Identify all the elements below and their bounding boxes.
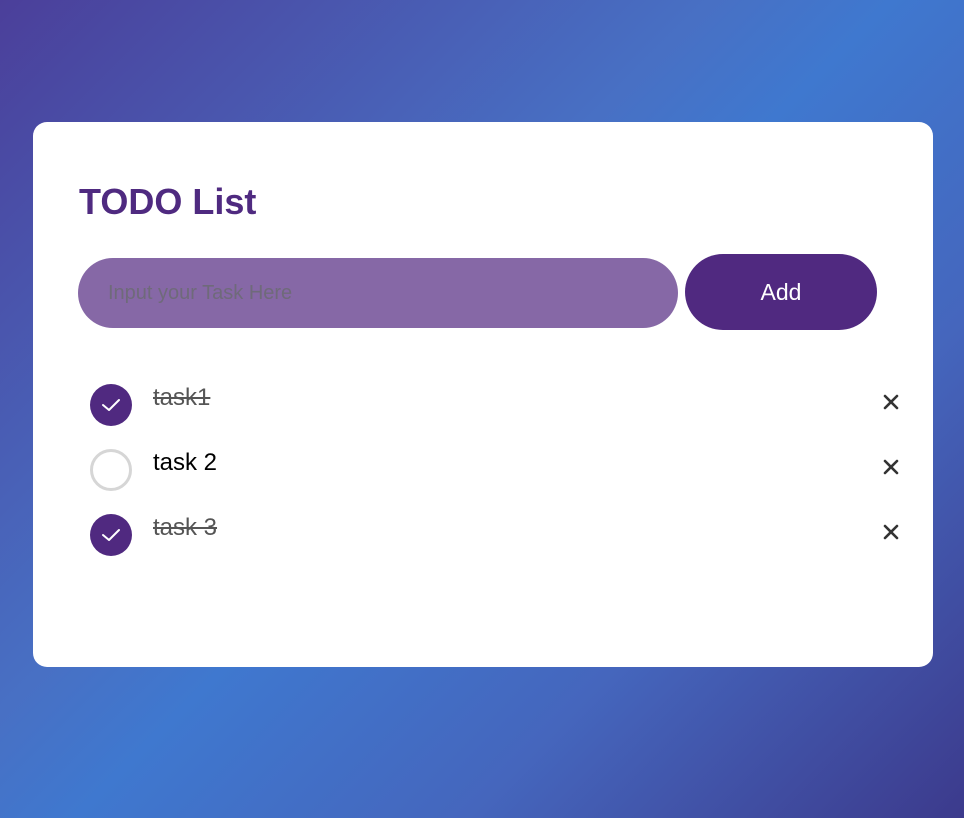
delete-task-button[interactable] — [880, 391, 902, 413]
close-icon — [883, 459, 899, 475]
delete-task-button[interactable] — [880, 521, 902, 543]
todo-card: TODO List Add task1 — [33, 122, 933, 667]
task-checkbox[interactable] — [90, 514, 132, 556]
list-item: task 3 — [90, 514, 899, 579]
task-label[interactable]: task 2 — [153, 449, 217, 477]
checkmark-icon — [102, 399, 120, 411]
task-label[interactable]: task 3 — [153, 514, 217, 542]
task-input[interactable] — [78, 258, 678, 328]
list-item: task 2 — [90, 449, 899, 514]
close-icon — [883, 524, 899, 540]
checkmark-icon — [102, 529, 120, 541]
task-checkbox[interactable] — [90, 384, 132, 426]
delete-task-button[interactable] — [880, 456, 902, 478]
close-icon — [883, 394, 899, 410]
page-title: TODO List — [79, 181, 257, 222]
add-button[interactable]: Add — [685, 254, 877, 330]
task-checkbox[interactable] — [90, 449, 132, 491]
task-form: Add — [78, 254, 878, 330]
task-list: task1 task 2 task 3 — [90, 384, 899, 579]
task-label[interactable]: task1 — [153, 384, 210, 412]
list-item: task1 — [90, 384, 899, 449]
